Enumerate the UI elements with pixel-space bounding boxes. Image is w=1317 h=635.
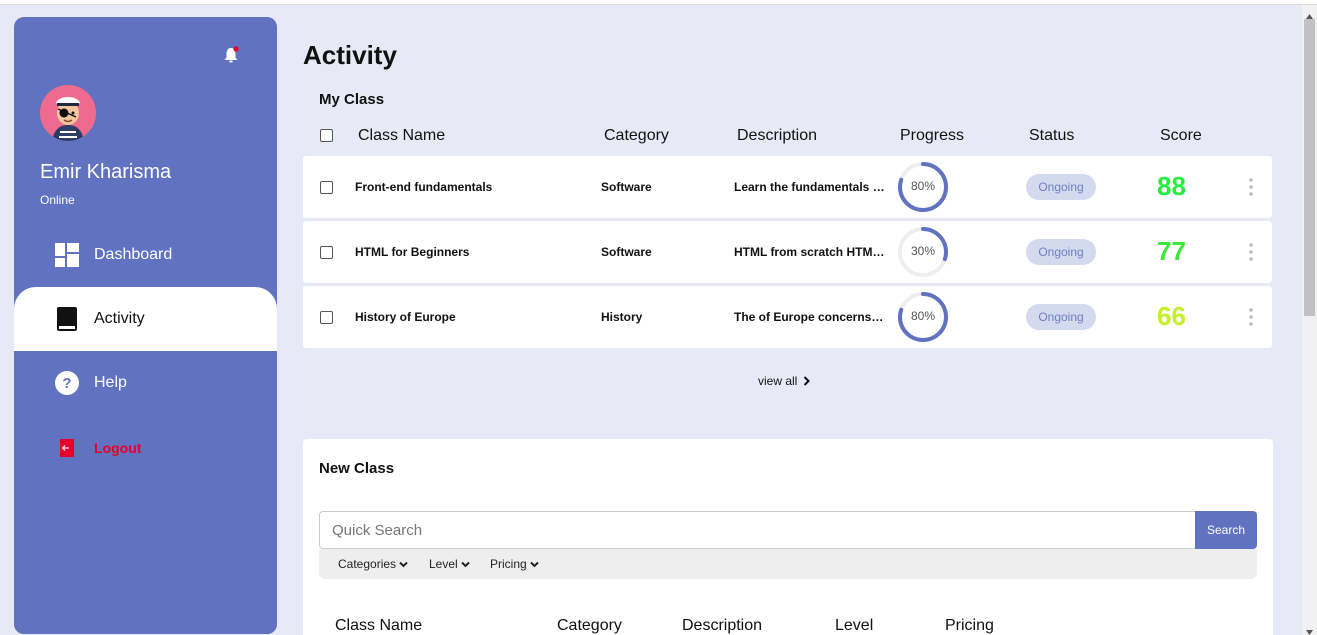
view-all-link[interactable]: view all: [758, 374, 811, 388]
user-name: Emir Kharisma: [40, 161, 172, 183]
help-icon: ?: [55, 371, 79, 395]
progress-label: 30%: [910, 244, 936, 258]
score-value: 66: [1157, 301, 1186, 331]
progress-label: 80%: [910, 179, 936, 193]
notification-bell-icon[interactable]: [221, 45, 241, 65]
column-header-status: Status: [1029, 127, 1075, 144]
sidebar-item-label: Dashboard: [94, 246, 173, 263]
chevron-right-icon: [804, 376, 811, 386]
table-row[interactable]: HTML for Beginners Software HTML from sc…: [303, 221, 1272, 283]
view-all-label: view all: [758, 374, 798, 388]
filter-pricing-dropdown[interactable]: Pricing: [490, 557, 539, 571]
my-class-title: My Class: [319, 91, 385, 108]
avatar[interactable]: [40, 85, 96, 141]
score-value: 77: [1157, 236, 1186, 266]
filter-level-dropdown[interactable]: Level: [429, 557, 470, 571]
book-icon: [55, 307, 79, 331]
column-header-description: Description: [682, 617, 763, 634]
scroll-up-arrow-icon[interactable]: [1305, 8, 1314, 19]
status-badge: Ongoing: [1026, 174, 1096, 200]
class-name: History of Europe: [355, 310, 456, 324]
class-description: Learn the fundamentals of front-end deve…: [734, 180, 886, 194]
sidebar-item-label: Activity: [94, 310, 145, 327]
filter-label: Level: [429, 557, 458, 571]
dashboard-icon: [55, 243, 79, 267]
row-menu-icon[interactable]: [1249, 243, 1253, 261]
sidebar: Emir Kharisma Online Dashboard Activity: [14, 17, 277, 634]
progress-label: 80%: [910, 309, 936, 323]
filter-categories-dropdown[interactable]: Categories: [338, 557, 408, 571]
status-badge: Ongoing: [1026, 239, 1096, 265]
window-top-edge: [0, 0, 1317, 5]
chevron-down-icon: [399, 561, 408, 567]
class-category: Software: [601, 245, 652, 259]
class-name: Front-end fundamentals: [355, 180, 493, 194]
column-header-progress: Progress: [900, 127, 965, 144]
sidebar-item-logout[interactable]: Logout: [14, 416, 277, 480]
class-category: Software: [601, 180, 652, 194]
column-header-pricing: Pricing: [945, 617, 994, 634]
search-button[interactable]: Search: [1195, 511, 1257, 549]
class-description: The of Europe concerns itself: [734, 310, 886, 324]
filter-label: Pricing: [490, 557, 527, 571]
filter-bar: Categories Level Pricing: [319, 549, 1257, 579]
quick-search-input[interactable]: [319, 511, 1196, 549]
chevron-down-icon: [529, 561, 539, 567]
table-row[interactable]: Front-end fundamentals Software Learn th…: [303, 156, 1272, 218]
page-title: Activity: [303, 40, 397, 70]
row-checkbox[interactable]: [320, 311, 333, 324]
column-header-level: Level: [835, 617, 874, 634]
class-name: HTML for Beginners: [355, 245, 470, 259]
table-row[interactable]: History of Europe History The of Europe …: [303, 286, 1272, 348]
sidebar-item-label: Logout: [94, 440, 142, 456]
logout-icon: [55, 436, 79, 460]
user-status: Online: [40, 193, 75, 207]
score-value: 88: [1157, 171, 1186, 201]
row-checkbox[interactable]: [320, 181, 333, 194]
class-category: History: [601, 310, 643, 324]
sidebar-item-activity[interactable]: Activity: [14, 287, 277, 351]
sidebar-item-help[interactable]: ? Help: [14, 351, 277, 415]
column-header-class-name: Class Name: [335, 617, 423, 634]
row-menu-icon[interactable]: [1249, 178, 1253, 196]
svg-text:?: ?: [62, 375, 71, 392]
select-all-checkbox[interactable]: [320, 129, 333, 142]
column-header-description: Description: [737, 127, 818, 144]
column-header-class-name: Class Name: [358, 127, 446, 144]
sidebar-item-label: Help: [94, 374, 127, 391]
scroll-down-arrow-icon[interactable]: [1305, 624, 1314, 635]
sidebar-item-dashboard[interactable]: Dashboard: [14, 223, 277, 287]
column-header-score: Score: [1160, 127, 1202, 144]
scrollbar-thumb[interactable]: [1304, 19, 1315, 316]
chevron-down-icon: [460, 561, 470, 567]
new-class-card: New Class Search Categories Level Pricin…: [303, 439, 1273, 635]
filter-label: Categories: [338, 557, 397, 571]
row-menu-icon[interactable]: [1249, 308, 1253, 326]
column-header-category: Category: [604, 127, 669, 144]
row-checkbox[interactable]: [320, 246, 333, 259]
class-description: HTML from scratch HTML basics: [734, 245, 886, 259]
new-class-title: New Class: [319, 460, 395, 477]
status-badge: Ongoing: [1026, 304, 1096, 330]
column-header-category: Category: [557, 617, 622, 634]
